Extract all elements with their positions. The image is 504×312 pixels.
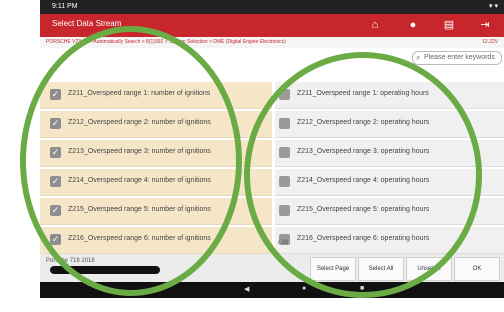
- checkbox-unchecked[interactable]: [279, 118, 290, 129]
- list-item[interactable]: Z215_Overspeed range 5: operating hours: [275, 198, 504, 225]
- page-title: Select Data Stream: [52, 19, 122, 28]
- unselect-button[interactable]: Unselect: [406, 257, 452, 281]
- user-icon: ●: [409, 19, 417, 31]
- back-icon[interactable]: ◀: [244, 285, 249, 293]
- exit-button[interactable]: ⇥: [472, 17, 498, 34]
- item-label: Z216_Overspeed range 6: number of igniti…: [68, 235, 211, 242]
- system-nav-bar: ◀ ● ■: [40, 282, 504, 298]
- checkbox-unchecked[interactable]: [279, 205, 290, 216]
- item-label: Z213_Overspeed range 3: operating hours: [297, 148, 430, 155]
- print-icon: ▤: [443, 19, 455, 31]
- checkbox-unchecked[interactable]: [279, 89, 290, 100]
- recents-icon[interactable]: ■: [360, 285, 364, 292]
- list-item[interactable]: ✓ Z215_Overspeed range 5: number of igni…: [40, 198, 272, 225]
- item-label: Z212_Overspeed range 2: operating hours: [297, 119, 430, 126]
- status-bar: 9:11 PM ▾ ▾: [40, 0, 504, 14]
- checkbox-unchecked[interactable]: [279, 147, 290, 158]
- list-item[interactable]: ✓ Z212_Overspeed range 2: number of igni…: [40, 111, 272, 138]
- checkbox-checked[interactable]: ✓: [50, 147, 61, 158]
- list-item[interactable]: ✓ Z214_Overspeed range 4: number of igni…: [40, 169, 272, 196]
- breadcrumb: PORSCHE V23.95 > Automatically Search > …: [40, 37, 504, 48]
- vehicle-info: Porsche 718 2018: [46, 258, 95, 264]
- checkbox-checked[interactable]: ✓: [50, 118, 61, 129]
- battery-voltage: 12.22V: [482, 39, 498, 45]
- item-label: Z215_Overspeed range 5: operating hours: [297, 206, 430, 213]
- bottom-bar: Porsche 718 2018 Select Page Select All …: [40, 254, 504, 282]
- item-label: Z212_Overspeed range 2: number of igniti…: [68, 119, 211, 126]
- list-item[interactable]: ✓ Z213_Overspeed range 3: number of igni…: [40, 140, 272, 167]
- page-count: / 28: [278, 240, 289, 246]
- item-label: Z214_Overspeed range 4: number of igniti…: [68, 177, 211, 184]
- checkbox-checked[interactable]: ✓: [50, 205, 61, 216]
- search-row: ⌕ Please enter keywords: [40, 48, 504, 66]
- checkbox-unchecked[interactable]: [279, 176, 290, 187]
- status-right: ▾ ▾: [489, 3, 498, 10]
- redaction-mark: [50, 266, 160, 274]
- checkbox-checked[interactable]: ✓: [50, 176, 61, 187]
- list-item[interactable]: Z216_Overspeed range 6: operating hours: [275, 227, 504, 254]
- item-label: Z211_Overspeed range 1: number of igniti…: [68, 90, 211, 97]
- search-placeholder: Please enter keywords: [424, 54, 495, 61]
- list-item[interactable]: ✓ Z216_Overspeed range 6: number of igni…: [40, 227, 272, 254]
- checkbox-checked[interactable]: ✓: [50, 234, 61, 245]
- list-item[interactable]: Z211_Overspeed range 1: operating hours: [275, 82, 504, 109]
- item-label: Z216_Overspeed range 6: operating hours: [297, 235, 430, 242]
- home-button[interactable]: ⌂: [362, 17, 388, 34]
- title-bar: Select Data Stream ⌂ ● ▤ ⇥: [40, 14, 504, 37]
- home-nav-icon[interactable]: ●: [302, 285, 306, 292]
- item-label: Z211_Overspeed range 1: operating hours: [297, 90, 429, 97]
- select-all-button[interactable]: Select All: [358, 257, 404, 281]
- select-page-button[interactable]: Select Page: [310, 257, 356, 281]
- checkbox-checked[interactable]: ✓: [50, 89, 61, 100]
- user-button[interactable]: ●: [400, 17, 426, 34]
- list-item[interactable]: Z214_Overspeed range 4: operating hours: [275, 169, 504, 196]
- item-label: Z213_Overspeed range 3: number of igniti…: [68, 148, 211, 155]
- search-input[interactable]: ⌕ Please enter keywords: [412, 51, 502, 65]
- list-item[interactable]: Z212_Overspeed range 2: operating hours: [275, 111, 504, 138]
- item-label: Z215_Overspeed range 5: number of igniti…: [68, 206, 211, 213]
- status-time: 9:11 PM: [52, 3, 78, 10]
- search-icon: ⌕: [416, 53, 421, 62]
- home-icon: ⌂: [371, 19, 379, 31]
- column-divider: [272, 66, 275, 254]
- breadcrumb-path: PORSCHE V23.95 > Automatically Search > …: [46, 39, 286, 45]
- app-frame: 9:11 PM ▾ ▾ Select Data Stream ⌂ ● ▤ ⇥ P…: [40, 0, 504, 312]
- exit-icon: ⇥: [480, 19, 490, 31]
- print-button[interactable]: ▤: [436, 17, 462, 34]
- list-item[interactable]: ✓ Z211_Overspeed range 1: number of igni…: [40, 82, 272, 109]
- ok-button[interactable]: OK: [454, 257, 500, 281]
- item-label: Z214_Overspeed range 4: operating hours: [297, 177, 430, 184]
- list-item[interactable]: Z213_Overspeed range 3: operating hours: [275, 140, 504, 167]
